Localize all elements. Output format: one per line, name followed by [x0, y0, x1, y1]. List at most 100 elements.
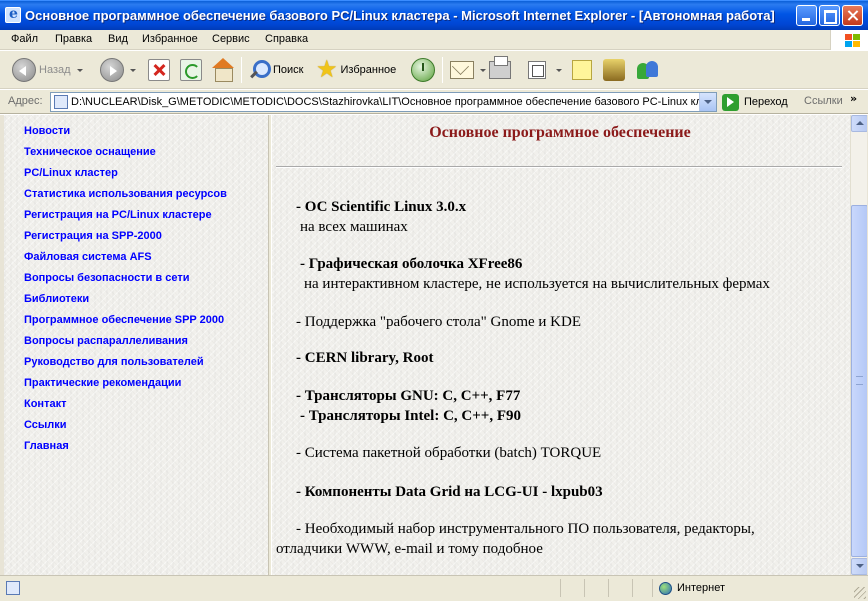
close-button[interactable]: [842, 5, 863, 26]
menu-favorites[interactable]: Избранное: [142, 33, 198, 45]
globe-icon: [659, 582, 672, 595]
item-batch-system: - Система пакетной обработки (batch) TOR…: [296, 445, 602, 461]
edit-dropdown-icon[interactable]: [556, 68, 562, 72]
scroll-up-button[interactable]: [851, 115, 868, 132]
back-button[interactable]: Назад: [12, 55, 83, 85]
edit-button[interactable]: [528, 55, 562, 85]
item-os-note: на всех машинах: [300, 219, 408, 235]
back-label: Назад: [39, 64, 71, 76]
print-button[interactable]: [489, 55, 511, 85]
item-gnu-compilers: - Трансляторы GNU: C, C++, F77: [296, 388, 521, 404]
nav-link-security[interactable]: Вопросы безопасности в сети: [24, 272, 189, 284]
back-arrow-icon: [12, 58, 36, 82]
history-icon: [411, 58, 435, 82]
page-title: Основное программное обеспечение: [429, 124, 691, 141]
menu-help[interactable]: Справка: [265, 33, 308, 45]
nav-link-home[interactable]: Главная: [24, 440, 69, 452]
maximize-button[interactable]: [819, 5, 840, 26]
home-button[interactable]: [211, 55, 235, 85]
menu-file[interactable]: Файл: [11, 33, 38, 45]
zone-label: Интернет: [677, 582, 725, 594]
favorites-star-icon: ★: [316, 56, 338, 83]
nav-link-libraries[interactable]: Библиотеки: [24, 293, 89, 305]
print-icon: [489, 56, 511, 79]
status-pane: [608, 579, 632, 597]
toolbar-separator: [442, 57, 443, 83]
menu-bar: Файл Правка Вид Избранное Сервис Справка: [0, 30, 868, 50]
item-intel-compilers: - Трансляторы Intel: C, C++, F90: [300, 408, 521, 424]
forward-dropdown-icon[interactable]: [130, 68, 136, 72]
nav-link-cluster[interactable]: PC/Linux кластер: [24, 167, 118, 179]
nav-link-equipment[interactable]: Техническое оснащение: [24, 146, 156, 158]
main-frame: Основное программное обеспечение - ОС Sc…: [272, 115, 850, 575]
search-button[interactable]: Поиск: [248, 55, 303, 85]
nav-link-spp-registration[interactable]: Регистрация на SPP-2000: [24, 230, 162, 242]
minimize-button[interactable]: [796, 5, 817, 26]
nav-link-links[interactable]: Ссылки: [24, 419, 67, 431]
stop-icon: [148, 59, 170, 81]
address-url[interactable]: D:\NUCLEAR\Disk_G\METODIC\METODIC\DOCS\S…: [71, 96, 699, 108]
nav-link-statistics[interactable]: Статистика использования ресурсов: [24, 188, 227, 200]
window-title: Основное программное обеспечение базовог…: [25, 8, 775, 23]
menu-view[interactable]: Вид: [108, 33, 128, 45]
nav-link-contact[interactable]: Контакт: [24, 398, 66, 410]
nav-link-recommendations[interactable]: Практические рекомендации: [24, 377, 181, 389]
note-icon: [572, 60, 592, 80]
vertical-scrollbar[interactable]: [850, 115, 868, 575]
toolbar-separator: [241, 57, 242, 83]
mail-icon: [450, 61, 474, 79]
address-dropdown-button[interactable]: [699, 93, 716, 111]
links-chevron-icon[interactable]: »: [850, 92, 857, 105]
status-bar: Интернет: [0, 575, 868, 601]
maximize-icon: [820, 6, 839, 25]
title-bar: Основное программное обеспечение базовог…: [0, 0, 868, 30]
page-icon: [54, 95, 68, 109]
scroll-down-button[interactable]: [851, 558, 868, 575]
page-content: Новости Техническое оснащение PC/Linux к…: [0, 115, 868, 575]
item-os: - ОС Scientific Linux 3.0.x: [296, 199, 467, 215]
item-cern-library: - CERN library, Root: [296, 350, 434, 366]
messenger-icon: [636, 59, 660, 81]
messenger-button[interactable]: [636, 55, 660, 85]
history-button[interactable]: [411, 55, 435, 85]
close-icon: [843, 6, 862, 25]
menu-edit[interactable]: Правка: [55, 33, 92, 45]
stop-button[interactable]: [148, 55, 170, 85]
nav-link-user-guide[interactable]: Руководство для пользователей: [24, 356, 204, 368]
menu-tools[interactable]: Сервис: [212, 33, 250, 45]
item-data-grid: - Компоненты Data Grid на LCG-UI - lxpub…: [296, 484, 603, 500]
back-dropdown-icon[interactable]: [76, 68, 83, 72]
nav-link-news[interactable]: Новости: [24, 125, 70, 137]
forward-arrow-icon: [100, 58, 124, 82]
research-button[interactable]: [603, 55, 625, 85]
status-pane: [584, 579, 608, 597]
search-icon: [248, 59, 271, 81]
status-pane: [560, 579, 584, 597]
mail-button[interactable]: [450, 55, 486, 85]
refresh-button[interactable]: [180, 55, 202, 85]
refresh-icon: [180, 59, 202, 81]
nav-link-afs[interactable]: Файловая система AFS: [24, 251, 152, 263]
links-label[interactable]: Ссылки: [804, 95, 843, 107]
favorites-button[interactable]: ★ Избранное: [316, 55, 396, 85]
edit-icon: [528, 61, 546, 79]
forward-button[interactable]: [100, 55, 136, 85]
nav-link-spp-software[interactable]: Программное обеспечение SPP 2000: [24, 314, 224, 326]
horizontal-rule: [276, 166, 842, 168]
ie-app-icon[interactable]: [5, 6, 21, 23]
address-input[interactable]: D:\NUCLEAR\Disk_G\METODIC\METODIC\DOCS\S…: [50, 92, 717, 112]
toolbar: Назад Поиск ★ Избранное: [0, 51, 868, 89]
nav-link-parallelization[interactable]: Вопросы распараллеливания: [24, 335, 188, 347]
discuss-button[interactable]: [572, 55, 592, 85]
resize-grip-icon[interactable]: [854, 587, 866, 599]
favorites-label: Избранное: [340, 64, 397, 76]
navigation-frame: Новости Техническое оснащение PC/Linux к…: [8, 115, 268, 575]
status-pane: [632, 579, 652, 597]
mail-dropdown-icon[interactable]: [480, 68, 486, 72]
item-xfree86-note: на интерактивном кластере, не использует…: [304, 276, 770, 292]
scroll-thumb[interactable]: [851, 205, 868, 557]
windows-logo-icon: [830, 30, 868, 50]
item-xfree86: - Графическая оболочка XFree86: [300, 256, 523, 272]
go-button[interactable]: Переход: [722, 93, 788, 111]
nav-link-cluster-registration[interactable]: Регистрация на PC/Linux кластере: [24, 209, 212, 221]
